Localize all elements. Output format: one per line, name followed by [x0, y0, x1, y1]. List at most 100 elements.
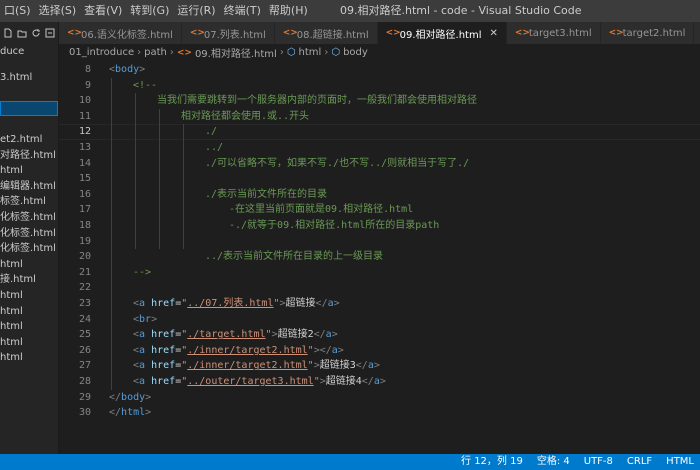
href-value[interactable]: ./inner/target2.html [187, 360, 307, 371]
comment-line: ./ [205, 126, 218, 138]
line-number: 11 [78, 110, 91, 122]
html-file-icon: <> [67, 28, 83, 38]
window-title: 09.相对路径.html - code - Visual Studio Code [340, 4, 582, 17]
tab-target3[interactable]: <> target3.html [506, 22, 601, 44]
code-line-anchor: <a href="../07.列表.html">超链接</a> [133, 298, 340, 309]
tree-item-selected[interactable] [0, 100, 58, 117]
line-number: 13 [78, 142, 91, 153]
tree-item[interactable]: html [0, 304, 58, 320]
line-number: 18 [78, 220, 91, 231]
tab-label: target2.html [622, 27, 686, 39]
href-value[interactable]: ./inner/target2.html [187, 345, 307, 356]
tree-item[interactable]: duce [0, 44, 58, 60]
tree-item[interactable]: html [0, 335, 58, 351]
tree-item[interactable]: html [0, 350, 58, 366]
breadcrumb-folder[interactable]: 01_introduce [69, 47, 134, 58]
comment-line: 当我们需要跳转到一个服务器内部的页面时，一般我们都会使用相对路径 [157, 95, 477, 107]
tree-item[interactable]: 对路径.html [0, 148, 58, 164]
menu-window[interactable]: 口(S) [4, 0, 35, 22]
menu-selection[interactable]: 选择(S) [35, 0, 81, 22]
menu-view[interactable]: 查看(V) [80, 0, 126, 22]
tab-08[interactable]: <> 08.超链接.html [274, 22, 378, 44]
menu-go[interactable]: 转到(G) [126, 0, 173, 22]
indentation[interactable]: 空格: 4 [537, 454, 570, 470]
tab-target2[interactable]: <> target2.html [600, 22, 695, 44]
tab-label: 08.超链接.html [296, 29, 369, 41]
indent-guide [135, 93, 136, 250]
tab-07[interactable]: <> 07.列表.html [181, 22, 275, 44]
comment-line: 相对路径都会使用.或..开头 [181, 110, 310, 122]
refresh-icon[interactable] [31, 28, 41, 38]
line-number: 27 [78, 360, 91, 372]
comment-close: --> [133, 266, 152, 278]
line-number: 17 [78, 204, 91, 216]
tree-item[interactable]: html [0, 257, 58, 273]
code-line-anchor: <a href="../outer/target3.html">超链接4</a> [133, 376, 386, 387]
code-line: </body> [109, 391, 152, 403]
tree-item[interactable] [0, 116, 58, 132]
breadcrumb-symbol[interactable]: body [343, 47, 368, 58]
menu-help[interactable]: 帮助(H) [265, 0, 312, 22]
tab-target[interactable]: <>ta [694, 22, 700, 44]
indent-guide [159, 108, 160, 250]
tab-bar: <> 06.语义化标签.html <> 07.列表.html <> 08.超链接.ht… [59, 22, 700, 44]
close-icon[interactable]: ✕ [490, 28, 498, 39]
language-mode[interactable]: HTML [666, 454, 694, 470]
tree-item[interactable]: html [0, 319, 58, 335]
tree-item[interactable]: 化标签.html [0, 226, 58, 242]
line-number: 14 [78, 157, 91, 169]
line-ending[interactable]: CRLF [627, 454, 652, 470]
new-file-icon[interactable] [3, 28, 13, 38]
status-bar: 行 12，列 19 空格: 4 UTF-8 CRLF HTML [0, 454, 700, 470]
code-line: </html> [109, 407, 152, 419]
code-editor[interactable]: 8 9 10 11 12 13 14 15 16 17 18 19 20 21 … [59, 62, 700, 454]
line-number: 26 [78, 344, 91, 356]
breadcrumb-folder[interactable]: path [144, 47, 167, 58]
tree-item[interactable]: et2.html [0, 132, 58, 148]
tree-item[interactable]: 标签.html [0, 194, 58, 210]
collapse-all-icon[interactable] [45, 28, 55, 38]
tab-06[interactable]: <> 06.语义化标签.html [59, 22, 182, 44]
symbol-element-icon: ⬡ [331, 47, 341, 58]
tab-label: 07.列表.html [203, 29, 266, 41]
tree-item[interactable]: html [0, 163, 58, 179]
comment-line: -在这里当前页面就是09.相对路径.html [229, 204, 414, 216]
code-line-anchor: <a href="./inner/target2.html"></a> [133, 344, 344, 356]
href-value[interactable]: ../outer/target3.html [187, 376, 313, 387]
line-number: 16 [78, 188, 91, 200]
tree-item[interactable]: 接.html [0, 272, 58, 288]
code-area[interactable]: <body> <!-- 当我们需要跳转到一个服务器内部的页面时，一般我们都会使用… [109, 62, 689, 454]
tree-item[interactable]: 编辑器.html [0, 179, 58, 195]
comment-open: <!-- [133, 79, 158, 91]
tree-item[interactable]: 化标签.html [0, 210, 58, 226]
tab-09-active[interactable]: <> 09.相对路径.html ✕ [377, 22, 507, 44]
breadcrumb-symbol[interactable]: html [299, 47, 322, 58]
line-number: 20 [78, 251, 91, 263]
href-value[interactable]: ./target.html [187, 329, 265, 340]
breadcrumb-file[interactable]: 09.相对路径.html [195, 45, 277, 60]
comment-line: -./就等于09.相对路径.html所在的目录path [229, 220, 440, 231]
html-file-icon: <> [608, 28, 624, 38]
href-value[interactable]: ../07.列表.html [187, 298, 273, 309]
chevron-right-icon: › [137, 47, 142, 58]
tree-item[interactable]: 3.html [0, 70, 58, 86]
new-folder-icon[interactable] [17, 28, 27, 38]
comment-line: ../表示当前文件所在目录的上一级目录 [205, 251, 384, 263]
tab-label: 09.相对路径.html [399, 29, 482, 41]
title-bar: 口(S) 选择(S) 查看(V) 转到(G) 运行(R) 终端(T) 帮助(H)… [0, 0, 700, 22]
encoding[interactable]: UTF-8 [584, 454, 613, 470]
line-number: 30 [78, 407, 91, 419]
tree-item[interactable]: 化标签.html [0, 241, 58, 257]
cursor-position[interactable]: 行 12，列 19 [461, 454, 523, 470]
symbol-element-icon: ⬡ [286, 47, 296, 58]
code-line-br: <br> [133, 313, 158, 325]
line-number: 28 [78, 376, 91, 387]
menu-terminal[interactable]: 终端(T) [220, 0, 265, 22]
line-number: 15 [78, 173, 91, 185]
menu-bar: 口(S) 选择(S) 查看(V) 转到(G) 运行(R) 终端(T) 帮助(H) [0, 0, 312, 22]
tree-item[interactable] [0, 85, 58, 101]
line-number-current: 12 [78, 126, 91, 138]
tree-item[interactable]: html [0, 288, 58, 304]
menu-run[interactable]: 运行(R) [173, 0, 219, 22]
